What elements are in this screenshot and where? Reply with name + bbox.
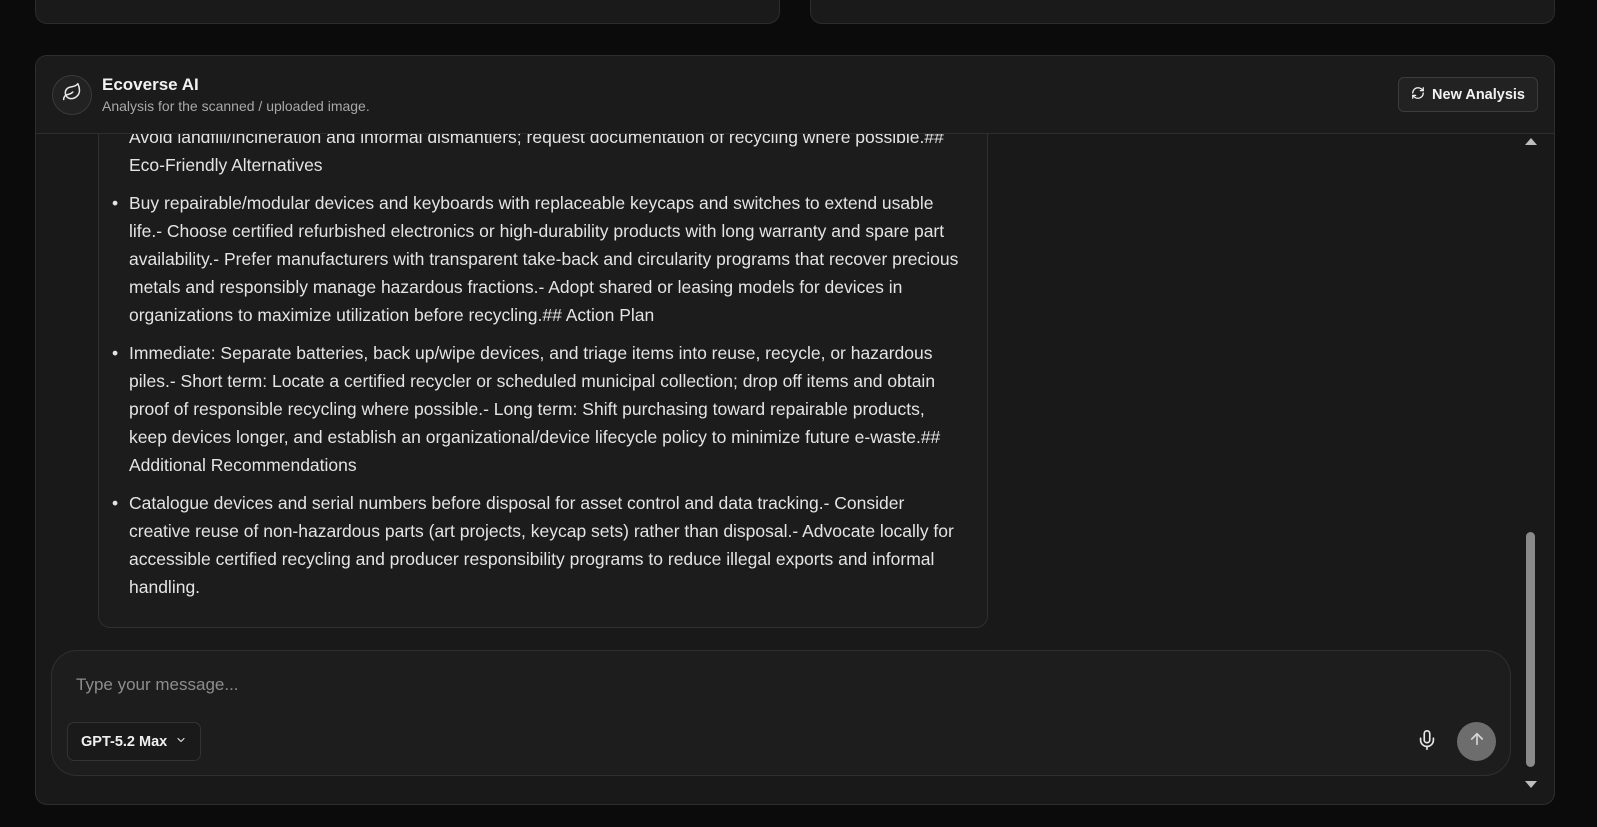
- bullet-marker: •: [112, 193, 119, 213]
- list-item: • Catalogue devices and serial numbers b…: [112, 489, 965, 601]
- bullet-marker: •: [112, 343, 119, 363]
- chat-panel: Ecoverse AI Analysis for the scanned / u…: [35, 55, 1555, 805]
- app-title: Ecoverse AI: [102, 74, 199, 94]
- microphone-button[interactable]: [1414, 727, 1440, 757]
- send-button[interactable]: [1457, 722, 1496, 761]
- list-item-text: Buy repairable/modular devices and keybo…: [129, 193, 959, 325]
- microphone-icon: [1416, 727, 1438, 758]
- leaf-icon: [62, 82, 82, 107]
- new-analysis-label: New Analysis: [1432, 86, 1525, 103]
- model-label: GPT-5.2 Max: [81, 733, 168, 750]
- top-card-left: [35, 0, 780, 24]
- message-continued-text: R2, e-Stewards, or local municipal progr…: [129, 134, 944, 175]
- scroll-up-arrow[interactable]: [1525, 138, 1537, 145]
- scroll-down-arrow[interactable]: [1525, 781, 1537, 788]
- refresh-icon: [1411, 86, 1425, 104]
- list-item-text: Immediate: Separate batteries, back up/w…: [129, 343, 941, 475]
- scroll-thumb[interactable]: [1526, 532, 1535, 767]
- chevron-down-icon: [175, 734, 187, 750]
- app-subtitle: Analysis for the scanned / uploaded imag…: [102, 97, 370, 114]
- assistant-message: R2, e-Stewards, or local municipal progr…: [98, 134, 988, 628]
- logo-avatar: [52, 74, 92, 115]
- new-analysis-button[interactable]: New Analysis: [1398, 77, 1538, 112]
- list-item: • Immediate: Separate batteries, back up…: [112, 339, 965, 479]
- list-item: • Buy repairable/modular devices and key…: [112, 189, 965, 329]
- message-composer: GPT-5.2 Max: [51, 650, 1511, 776]
- chat-header: Ecoverse AI Analysis for the scanned / u…: [36, 56, 1554, 134]
- top-card-right: [810, 0, 1555, 24]
- model-selector[interactable]: GPT-5.2 Max: [67, 722, 202, 761]
- scrollbar[interactable]: [1523, 136, 1537, 790]
- message-bullet-list: • Buy repairable/modular devices and key…: [112, 189, 965, 601]
- arrow-up-icon: [1468, 730, 1486, 753]
- message-input[interactable]: [76, 673, 1376, 697]
- bullet-marker: •: [112, 493, 119, 513]
- list-item-text: Catalogue devices and serial numbers bef…: [129, 493, 954, 597]
- messages-area[interactable]: R2, e-Stewards, or local municipal progr…: [36, 134, 1524, 649]
- header-text: Ecoverse AI Analysis for the scanned / u…: [102, 75, 370, 115]
